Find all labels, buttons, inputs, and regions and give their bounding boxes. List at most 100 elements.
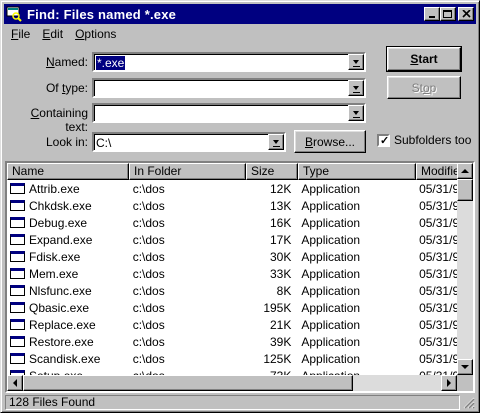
cell-folder: c:\dos xyxy=(132,334,165,349)
table-row[interactable]: Replace.exe c:\dos 21K Application 05/31/9 xyxy=(7,316,459,333)
subfolders-check-box[interactable]: ✓ xyxy=(377,133,390,147)
application-file-icon xyxy=(10,234,25,245)
containing-text-dropdown-button[interactable] xyxy=(348,105,364,121)
of-type-dropdown-button[interactable] xyxy=(348,80,364,96)
arrow-right-icon xyxy=(447,379,451,387)
cell-folder: c:\dos xyxy=(132,283,165,298)
containing-label-post: ontaining text: xyxy=(39,106,88,134)
named-dropdown-button[interactable] xyxy=(348,54,364,70)
file-name: Mem.exe xyxy=(29,266,79,281)
column-header-in-folder[interactable]: In Folder xyxy=(129,163,246,180)
vertical-scroll-thumb[interactable] xyxy=(457,179,473,201)
cell-folder: c:\dos xyxy=(132,317,165,332)
cell-size: 30K xyxy=(269,249,292,264)
scroll-left-button[interactable] xyxy=(7,375,23,391)
table-row[interactable]: Debug.exe c:\dos 16K Application 05/31/9 xyxy=(7,214,459,231)
column-header-size[interactable]: Size xyxy=(246,163,298,180)
scroll-right-button[interactable] xyxy=(441,375,457,391)
menu-bar: File Edit Options xyxy=(5,25,122,43)
results-list[interactable]: Name In Folder Size Type Modified Attrib… xyxy=(5,161,475,393)
look-in-label-text: Look in: xyxy=(45,135,88,149)
cell-folder: c:\dos xyxy=(132,232,165,247)
table-row[interactable]: Chkdsk.exe c:\dos 13K Application 05/31/9 xyxy=(7,197,459,214)
named-combo[interactable]: *.exe xyxy=(92,52,366,72)
table-row[interactable]: Fdisk.exe c:\dos 30K Application 05/31/9 xyxy=(7,248,459,265)
resize-grip-icon[interactable] xyxy=(461,395,475,410)
look-in-value: C:\ xyxy=(96,136,112,150)
cell-name: Replace.exe xyxy=(7,318,129,332)
close-button[interactable] xyxy=(458,7,474,21)
cell-size: 8K xyxy=(276,283,292,298)
table-row[interactable]: Qbasic.exe c:\dos 195K Application 05/31/9 xyxy=(7,299,459,316)
horizontal-scrollbar[interactable] xyxy=(7,375,457,391)
scroll-down-button[interactable] xyxy=(457,359,473,375)
table-row[interactable]: Attrib.exe c:\dos 12K Application 05/31/9 xyxy=(7,180,459,197)
cell-size: 13K xyxy=(269,198,292,213)
of-type-combo[interactable] xyxy=(92,78,366,98)
look-in-dropdown-button[interactable] xyxy=(268,134,284,150)
column-header-type[interactable]: Type xyxy=(298,163,416,180)
checkmark-icon: ✓ xyxy=(380,134,390,147)
cell-type: Application xyxy=(301,300,361,315)
cell-size: 21K xyxy=(269,317,292,332)
table-row[interactable]: Restore.exe c:\dos 39K Application 05/31/9 xyxy=(7,333,459,350)
subfolders-checkbox[interactable]: ✓ Subfolders too xyxy=(377,133,471,147)
stop-label: Stop xyxy=(412,81,437,95)
table-row[interactable]: Expand.exe c:\dos 17K Application 05/31/9 xyxy=(7,231,459,248)
maximize-button[interactable] xyxy=(440,7,456,21)
vertical-scrollbar[interactable] xyxy=(457,163,473,375)
containing-text-combo[interactable] xyxy=(92,103,366,123)
file-name: Attrib.exe xyxy=(29,181,80,196)
menu-options-rest: ptions xyxy=(84,27,117,41)
cell-modified: 05/31/9 xyxy=(419,266,459,281)
cell-size: 12K xyxy=(269,181,292,196)
file-name: Replace.exe xyxy=(29,317,96,332)
browse-button[interactable]: Browse... xyxy=(294,130,366,153)
status-bar: 128 Files Found xyxy=(5,395,475,410)
cell-type: Application xyxy=(301,266,361,281)
dropdown-bar xyxy=(353,92,360,93)
cell-type: Application xyxy=(301,215,361,230)
cell-modified: 05/31/9 xyxy=(419,198,459,213)
table-row[interactable]: Scandisk.exe c:\dos 125K Application 05/31/9 xyxy=(7,350,459,367)
menu-options[interactable]: Options xyxy=(69,27,122,41)
dropdown-bar xyxy=(353,117,360,118)
browse-accel: B xyxy=(304,134,313,149)
cell-size: 39K xyxy=(269,334,292,349)
look-in-label: Look in: xyxy=(11,135,88,149)
cell-type: Application xyxy=(301,181,361,196)
cell-name: Mem.exe xyxy=(7,267,129,281)
cell-type: Application xyxy=(301,317,361,332)
dropdown-bar xyxy=(353,66,360,67)
arrow-down-icon xyxy=(461,365,469,369)
file-name: Restore.exe xyxy=(29,334,94,349)
stop-button[interactable]: Stop xyxy=(387,76,461,99)
cell-folder: c:\dos xyxy=(132,198,165,213)
column-header-name[interactable]: Name xyxy=(7,163,129,180)
menu-file[interactable]: File xyxy=(5,27,36,41)
menu-edit[interactable]: Edit xyxy=(36,27,69,41)
file-name: Qbasic.exe xyxy=(29,300,90,315)
cell-modified: 05/31/9 xyxy=(419,351,459,366)
application-file-icon xyxy=(10,319,25,330)
start-button[interactable]: Start xyxy=(386,46,462,72)
look-in-combo[interactable]: C:\ xyxy=(92,132,286,152)
cell-name: Expand.exe xyxy=(7,233,129,247)
chevron-down-icon xyxy=(273,140,279,144)
find-window: Find: Files named *.exe File Edit Option… xyxy=(0,0,480,413)
title-bar[interactable]: Find: Files named *.exe xyxy=(4,4,476,24)
find-app-icon xyxy=(6,6,22,22)
subfolders-label: Subfolders too xyxy=(394,133,472,147)
named-label: Named: xyxy=(11,55,88,69)
horizontal-scroll-thumb[interactable] xyxy=(23,375,353,391)
cell-folder: c:\dos xyxy=(132,249,165,264)
minimize-button[interactable] xyxy=(424,7,440,21)
browse-label: Browse... xyxy=(305,135,355,149)
chevron-down-icon xyxy=(353,60,359,64)
cell-name: Nlsfunc.exe xyxy=(7,284,129,298)
scroll-up-button[interactable] xyxy=(457,163,473,179)
table-row[interactable]: Nlsfunc.exe c:\dos 8K Application 05/31/9 xyxy=(7,282,459,299)
table-row[interactable]: Mem.exe c:\dos 33K Application 05/31/9 xyxy=(7,265,459,282)
named-label-post: amed: xyxy=(54,55,88,69)
cell-type: Application xyxy=(301,198,361,213)
